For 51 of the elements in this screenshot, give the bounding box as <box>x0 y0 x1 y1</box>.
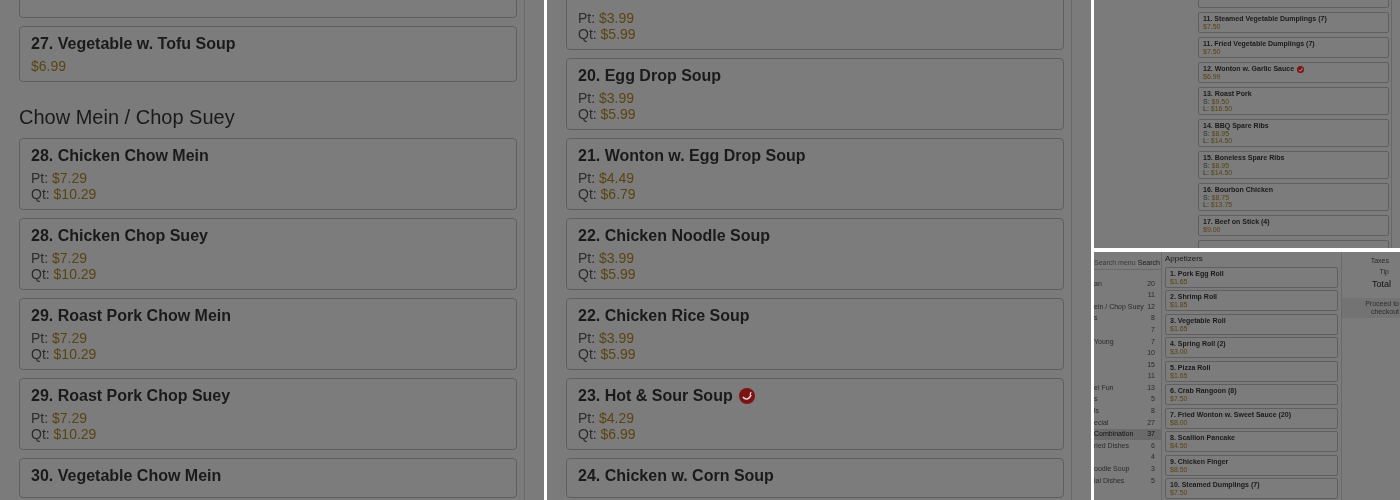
item-price: $6.99 <box>31 58 68 74</box>
item-price: Qt: $5.99 <box>578 106 637 122</box>
menu-item-card[interactable]: 30. Vegetable Chow Mein <box>19 458 517 498</box>
menu-item-card[interactable]: Pt: $3.99 Qt: $5.99 <box>566 0 1064 50</box>
menu-item-card[interactable]: 29. Roast Pork Chow Mein Pt: $7.29 Qt: $10.29 <box>19 298 517 370</box>
item-name: 28. Chicken Chow Mein <box>31 146 209 166</box>
item-name: 28. Chicken Chop Suey <box>31 226 208 246</box>
menu-item-card[interactable]: 27. Vegetable w. Tofu Soup $6.99 <box>19 26 517 82</box>
item-price: Pt: $7.29 <box>31 410 89 426</box>
menu-item-card[interactable]: 29. Roast Pork Chop Suey Pt: $7.29 Qt: $10.29 <box>19 378 517 450</box>
section-heading: Appetizers <box>1165 254 1204 264</box>
item-price: Qt: $10.29 <box>31 346 98 362</box>
item-name: 21. Wonton w. Egg Drop Soup <box>578 146 806 166</box>
chili-pepper-icon <box>738 388 755 404</box>
item-name: 29. Roast Pork Chow Mein <box>31 306 232 326</box>
menu-item-card[interactable]: 22. Chicken Noodle Soup Pt: $3.99 Qt: $5.99 <box>566 218 1064 290</box>
item-price: Qt: $10.29 <box>31 186 98 202</box>
item-name: 22. Chicken Rice Soup <box>578 306 750 326</box>
item-price: Qt: $5.99 <box>578 26 637 42</box>
item-name: 20. Egg Drop Soup <box>578 66 722 86</box>
item-price: Pt: $4.49 <box>578 170 636 186</box>
item-price: Qt: $6.79 <box>578 186 637 202</box>
menu-item-card[interactable]: 23. Hot & Sour Soup Pt: $4.29 Qt: $6.99 <box>566 378 1064 450</box>
item-price: Qt: $10.29 <box>31 426 98 442</box>
item-price: Pt: $3.99 <box>578 330 636 346</box>
summary-label: Total <box>1372 278 1391 291</box>
menu-item-card[interactable]: 20. Egg Drop Soup Pt: $3.99 Qt: $5.99 <box>566 58 1064 130</box>
chili-pepper-icon <box>1297 65 1305 73</box>
menu-item-card[interactable]: 24. Chicken w. Corn Soup <box>566 458 1064 498</box>
item-name: 23. Hot & Sour Soup <box>578 386 733 406</box>
item-name: 30. Vegetable Chow Mein <box>31 466 222 486</box>
item-name: 29. Roast Pork Chop Suey <box>31 386 231 406</box>
item-price: Pt: $7.29 <box>31 330 89 346</box>
item-price: Pt: $7.29 <box>31 250 89 266</box>
item-name: 22. Chicken Noodle Soup <box>578 226 771 246</box>
menu-item-card[interactable]: 22. Chicken Rice Soup Pt: $3.99 Qt: $5.99 <box>566 298 1064 370</box>
item-price: Pt: $3.99 <box>578 250 636 266</box>
section-heading: Chow Mein / Chop Suey <box>19 105 236 130</box>
item-name: 24. Chicken w. Corn Soup <box>578 466 774 486</box>
item-price: Qt: $6.99 <box>578 426 637 442</box>
item-price: Pt: $3.99 <box>578 10 636 26</box>
menu-item-card[interactable]: 28. Chicken Chow Mein Pt: $7.29 Qt: $10.29 <box>19 138 517 210</box>
item-price: Pt: $3.99 <box>578 90 636 106</box>
menu-item-card[interactable]: 28. Chicken Chop Suey Pt: $7.29 Qt: $10.29 <box>19 218 517 290</box>
item-price: Qt: $5.99 <box>578 346 637 362</box>
item-price: Qt: $5.99 <box>578 266 637 282</box>
item-name: 27. Vegetable w. Tofu Soup <box>31 34 236 54</box>
item-price: Qt: $10.29 <box>31 266 98 282</box>
item-price: Pt: $7.29 <box>31 170 89 186</box>
menu-item-card[interactable]: 21. Wonton w. Egg Drop Soup Pt: $4.49 Qt: $6.79 <box>566 138 1064 210</box>
item-price: Pt: $4.29 <box>578 410 636 426</box>
